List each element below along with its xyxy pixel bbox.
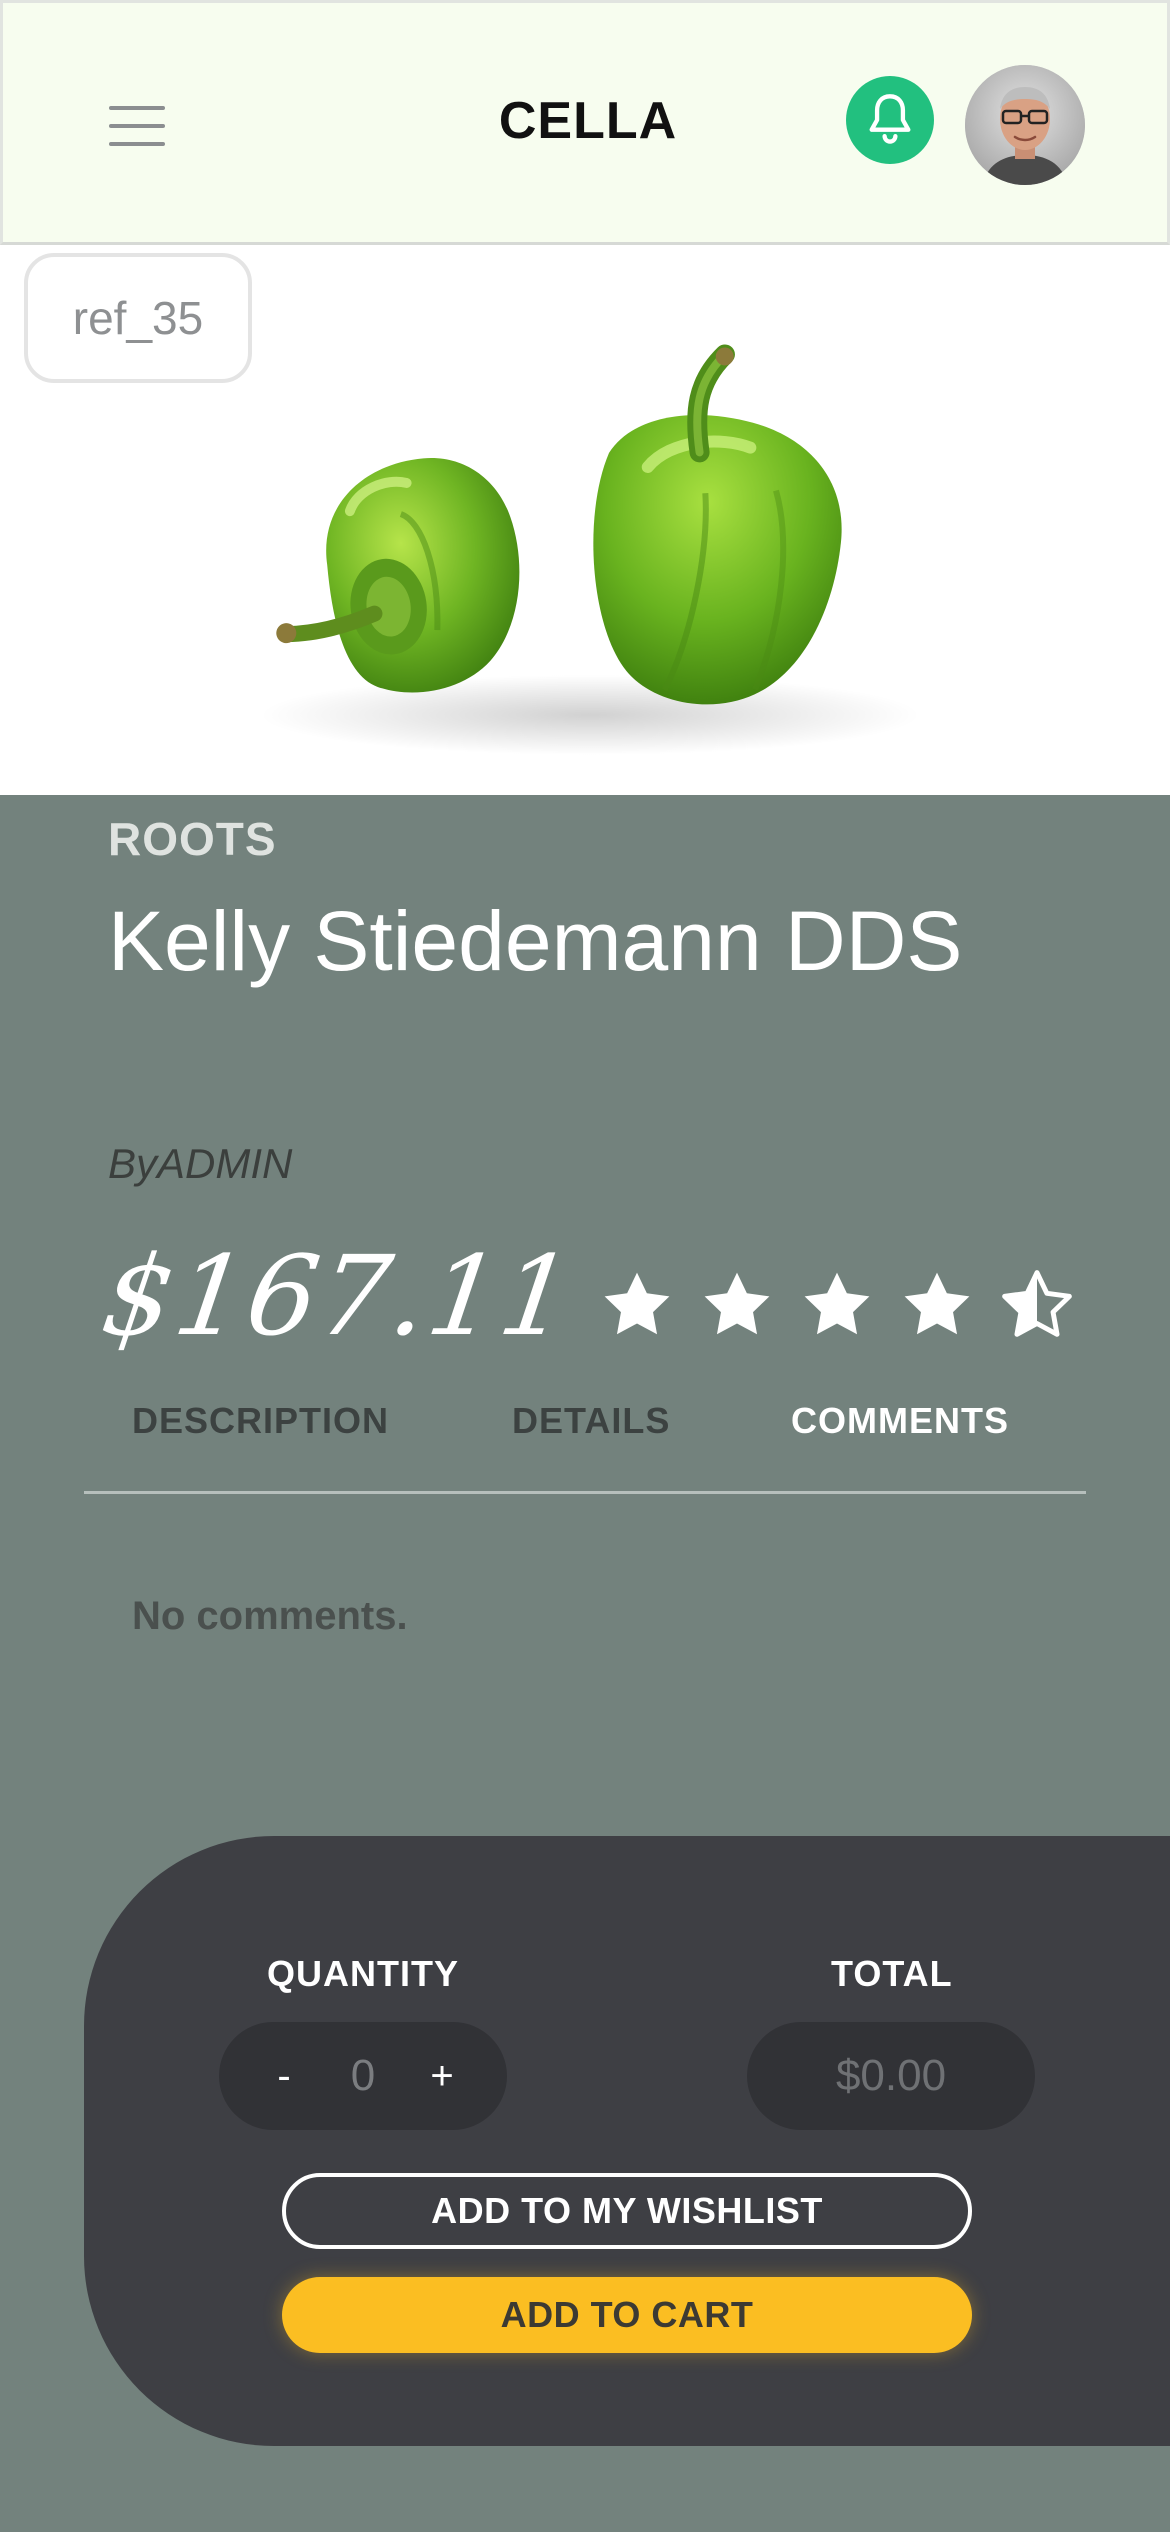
add-to-cart-button[interactable]: ADD TO CART [282,2277,972,2353]
star-full-icon [604,1272,670,1335]
star-full-icon [704,1272,770,1335]
product-category: ROOTS [108,813,277,865]
bell-icon [869,94,911,144]
total-value: $0.00 [747,2022,1035,2130]
reference-badge: ref_35 [24,253,252,383]
product-byline: ByADMIN [108,1140,292,1188]
star-full-icon [904,1272,970,1335]
star-half-icon [1002,1270,1072,1337]
add-to-wishlist-button[interactable]: ADD TO MY WISHLIST [282,2173,972,2249]
total-label: TOTAL [831,1953,953,1994]
quantity-label: QUANTITY [267,1953,459,1994]
comments-empty-text: No comments. [132,1594,408,1638]
decrement-button[interactable]: - [259,2054,309,2099]
user-avatar[interactable] [965,65,1085,185]
increment-button[interactable]: + [417,2054,467,2099]
product-title: Kelly Stiedemann DDS [108,894,963,988]
product-tabs: DESCRIPTION DETAILS COMMENTS [84,1390,1086,1494]
byline-author[interactable]: ADMIN [157,1140,292,1187]
app-header: CELLA [0,0,1170,245]
tab-description[interactable]: DESCRIPTION [132,1400,389,1442]
product-image: ref_35 [0,245,1170,795]
tab-details[interactable]: DETAILS [512,1400,670,1442]
star-full-icon [804,1272,870,1335]
quantity-value[interactable]: 0 [323,2051,403,2101]
tab-comments[interactable]: COMMENTS [791,1400,1009,1442]
rating-stars [600,1268,1074,1342]
quantity-stepper: - 0 + [219,2022,507,2130]
byline-prefix: By [108,1140,158,1187]
notification-button[interactable] [846,76,934,164]
product-price: $167.11 [95,1232,582,1360]
purchase-panel [84,1836,1170,2446]
